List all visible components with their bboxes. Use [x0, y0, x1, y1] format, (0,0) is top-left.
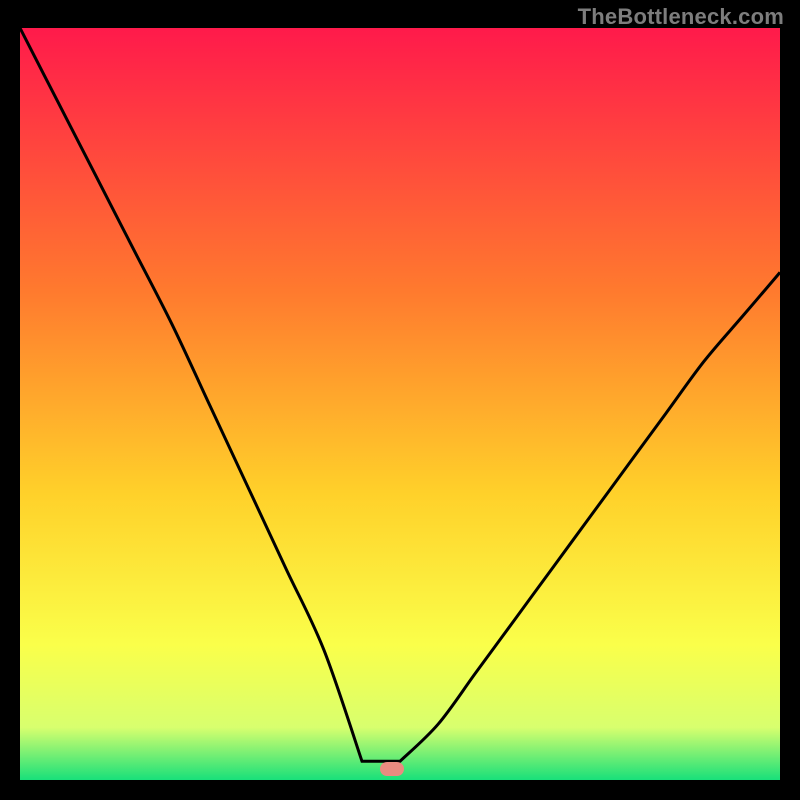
- curve-path: [20, 28, 780, 761]
- optimum-marker: [380, 762, 404, 776]
- watermark-label: TheBottleneck.com: [578, 4, 784, 30]
- bottleneck-curve: [20, 28, 780, 780]
- chart-frame: TheBottleneck.com: [0, 0, 800, 800]
- plot-area: [20, 28, 780, 780]
